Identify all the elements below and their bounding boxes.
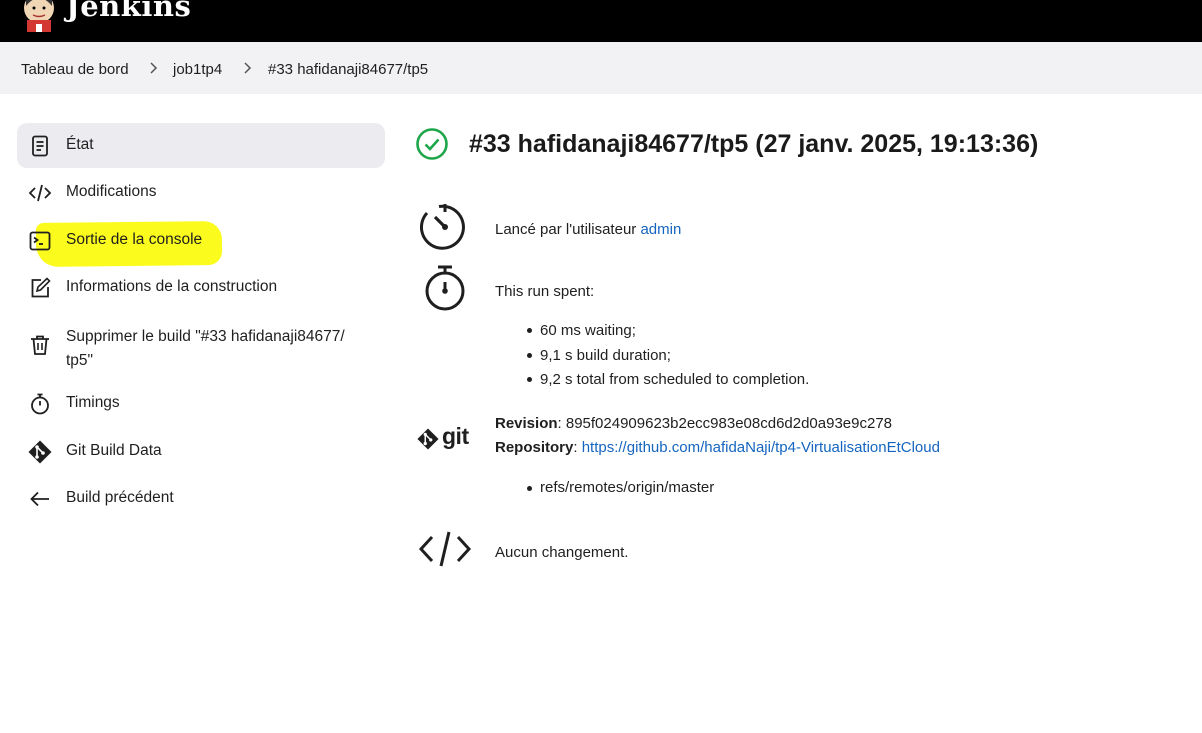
edit-icon: [31, 277, 51, 298]
run-spent-item: 9,1 s build duration;: [540, 347, 671, 364]
sidebar-item-label: Informations de la construction: [66, 278, 278, 295]
repository-link[interactable]: https://github.com/hafidaNaji/tp4-Virtua…: [582, 439, 940, 456]
sidebar-item-label: Supprimer le build "#33 hafidanaji84677/…: [66, 325, 345, 373]
terminal-icon: [29, 231, 51, 251]
run-spent-label: This run spent:: [495, 283, 595, 300]
repository-label: Repository: [495, 439, 574, 456]
git-icon: [417, 428, 439, 450]
sidebar-item-etat[interactable]: État: [17, 123, 385, 168]
breadcrumb-build[interactable]: #33 hafidanaji84677/tp5: [268, 61, 428, 78]
bullet: [527, 377, 532, 382]
sidebar-item-label: Timings: [66, 394, 120, 411]
chevron-right-icon: [150, 62, 158, 74]
sidebar-item-label: Modifications: [66, 183, 157, 200]
bullet: [527, 353, 532, 358]
success-check-icon: [416, 128, 448, 160]
git-logo-text: git: [442, 423, 469, 449]
document-icon: [32, 135, 48, 157]
sidebar-item-label: Build précédent: [66, 489, 174, 506]
label-line: Supprimer le build "#33 hafidanaji84677/: [66, 328, 345, 345]
code-icon: [28, 184, 52, 202]
sidebar-item-label: État: [66, 136, 94, 153]
stopwatch-icon: [31, 393, 49, 415]
sidebar-item-build-info[interactable]: Informations de la construction: [17, 265, 385, 310]
sidebar-item-timings[interactable]: Timings: [17, 381, 385, 426]
breadcrumb-dashboard[interactable]: Tableau de bord: [21, 61, 129, 78]
run-spent-item: 60 ms waiting;: [540, 322, 636, 339]
label-line: tp5": [66, 352, 94, 369]
gauge-icon: [420, 204, 465, 250]
breadcrumb: Tableau de bord job1tp4 #33 hafidanaji84…: [0, 42, 1202, 94]
user-link[interactable]: admin: [640, 221, 681, 238]
git-icon: [28, 440, 52, 464]
bullet: [527, 486, 532, 491]
repository-line: Repository: https://github.com/hafidaNaj…: [495, 439, 940, 456]
sidebar-item-label: Git Build Data: [66, 442, 162, 459]
git-logo: git: [417, 423, 477, 454]
started-by-prefix: Lancé par l'utilisateur: [495, 221, 641, 238]
sidebar-item-modifications[interactable]: Modifications: [17, 170, 385, 215]
run-spent-item: 9,2 s total from scheduled to completion…: [540, 371, 810, 388]
breadcrumb-job[interactable]: job1tp4: [173, 61, 222, 78]
code-icon: [418, 531, 472, 567]
sidebar-item-label: Sortie de la console: [66, 231, 203, 248]
repository-sep: :: [573, 439, 582, 456]
revision-value: : 895f024909623b2ecc983e08cd6d2d0a93e9c2…: [557, 415, 893, 432]
arrow-left-icon: [30, 491, 49, 507]
trash-icon: [31, 335, 49, 355]
page-title: #33 hafidanaji84677/tp5 (27 janv. 2025, …: [469, 130, 1039, 158]
bullet: [527, 328, 532, 333]
stopwatch-icon: [425, 265, 465, 311]
sidebar-item-console-output[interactable]: Sortie de la console: [17, 218, 385, 263]
revision-label: Revision: [495, 415, 558, 432]
top-bar: Jenkins: [0, 0, 1202, 42]
changes-text: Aucun changement.: [495, 544, 629, 561]
sidebar-item-delete-build[interactable]: Supprimer le build "#33 hafidanaji84677/…: [17, 316, 385, 372]
brand-name[interactable]: Jenkins: [66, 0, 191, 23]
chevron-right-icon: [244, 62, 252, 74]
refs-item: refs/remotes/origin/master: [540, 479, 715, 496]
sidebar-item-previous-build[interactable]: Build précédent: [17, 476, 385, 521]
started-by-text: Lancé par l'utilisateur admin: [495, 221, 681, 238]
revision-line: Revision: 895f024909623b2ecc983e08cd6d2d…: [495, 415, 892, 432]
sidebar-item-git-build-data[interactable]: Git Build Data: [17, 429, 385, 474]
jenkins-logo-icon[interactable]: [22, 0, 56, 32]
